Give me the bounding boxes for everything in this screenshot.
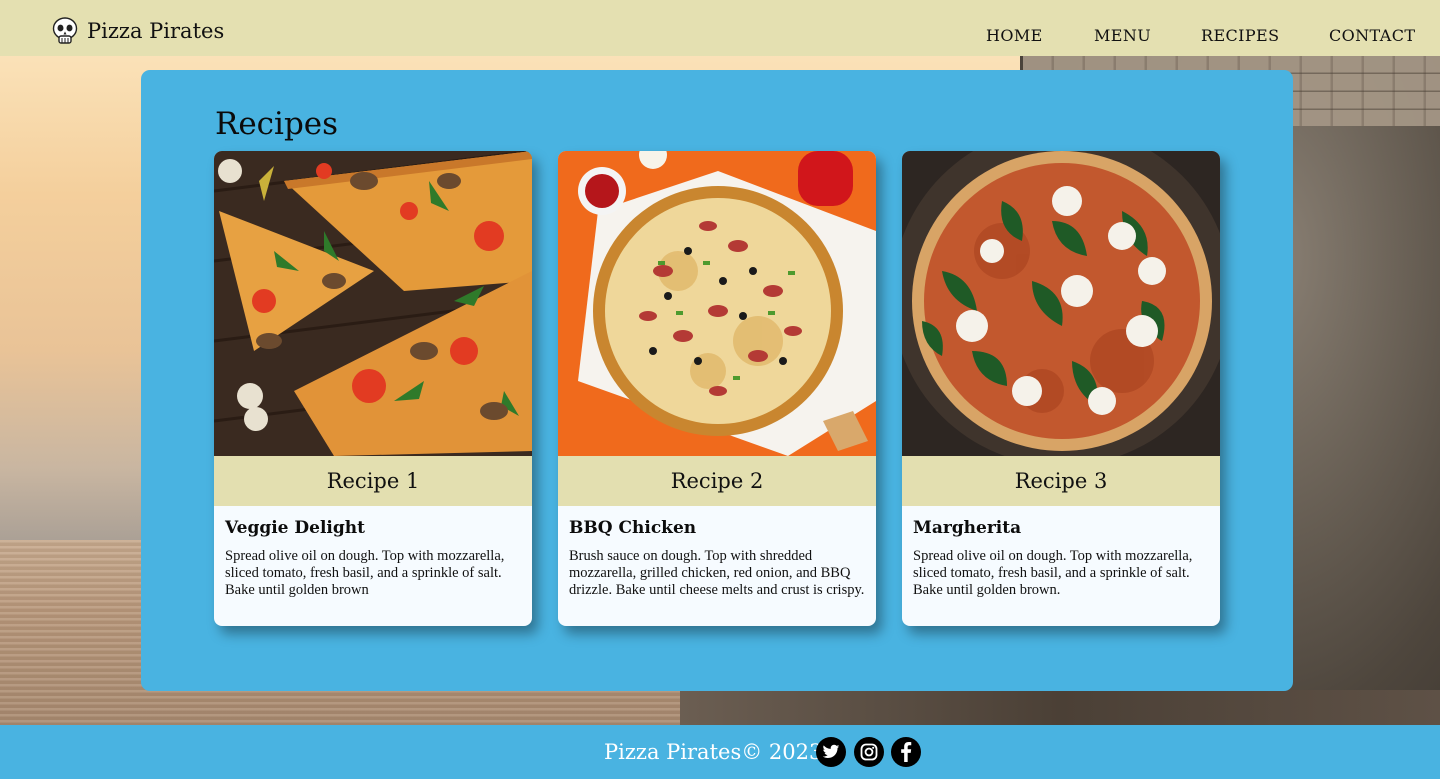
facebook-f-glyph: [901, 742, 912, 762]
brand[interactable]: Pizza Pirates: [52, 17, 224, 45]
twitter-icon[interactable]: [816, 737, 846, 767]
skull-logo-icon: [52, 17, 78, 44]
site-header: Pizza Pirates HOME MENU RECIPES CONTACT: [0, 0, 1440, 56]
recipe-name: BBQ Chicken: [569, 518, 697, 538]
veggie-pizza-photo: [214, 151, 532, 456]
recipe-description: Spread olive oil on dough. Top with mozz…: [225, 548, 505, 598]
recipes-panel: Recipes Recipe 1 Veggie Delight Spread o…: [141, 70, 1293, 691]
card-heading: Recipe 1: [214, 456, 532, 506]
nav-home[interactable]: HOME: [986, 26, 1043, 45]
facebook-icon[interactable]: [891, 737, 921, 767]
margherita-pizza-photo: [902, 151, 1220, 456]
card-body: BBQ Chicken Brush sauce on dough. Top wi…: [558, 506, 876, 599]
recipe-name: Margherita: [913, 518, 1022, 538]
page-title: Recipes: [215, 106, 339, 142]
card-body: Margherita Spread olive oil on dough. To…: [902, 506, 1220, 599]
background-rock-base: [680, 690, 1440, 726]
nav-contact[interactable]: CONTACT: [1329, 26, 1415, 45]
recipe-card-1[interactable]: Recipe 1 Veggie Delight Spread olive oil…: [214, 151, 532, 626]
brand-name: Pizza Pirates: [87, 19, 225, 43]
recipe-name: Veggie Delight: [225, 518, 365, 538]
twitter-bird-glyph: [822, 744, 840, 758]
recipe-description: Spread olive oil on dough. Top with mozz…: [913, 548, 1193, 598]
footer-copyright: Pizza Pirates© 2023: [604, 740, 823, 764]
instagram-icon[interactable]: [854, 737, 884, 767]
recipe-card-2[interactable]: Recipe 2 BBQ Chicken Brush sauce on doug…: [558, 151, 876, 626]
card-heading: Recipe 3: [902, 456, 1220, 506]
instagram-camera-glyph: [860, 743, 878, 761]
recipe-card-3[interactable]: Recipe 3 Margherita Spread olive oil on …: [902, 151, 1220, 626]
bbq-chicken-pizza-photo: [558, 151, 876, 456]
site-footer: Pizza Pirates© 2023: [0, 725, 1440, 779]
card-heading: Recipe 2: [558, 456, 876, 506]
nav-menu[interactable]: MENU: [1094, 26, 1151, 45]
recipe-description: Brush sauce on dough. Top with shredded …: [569, 548, 865, 598]
card-body: Veggie Delight Spread olive oil on dough…: [214, 506, 532, 599]
nav-recipes[interactable]: RECIPES: [1201, 26, 1280, 45]
